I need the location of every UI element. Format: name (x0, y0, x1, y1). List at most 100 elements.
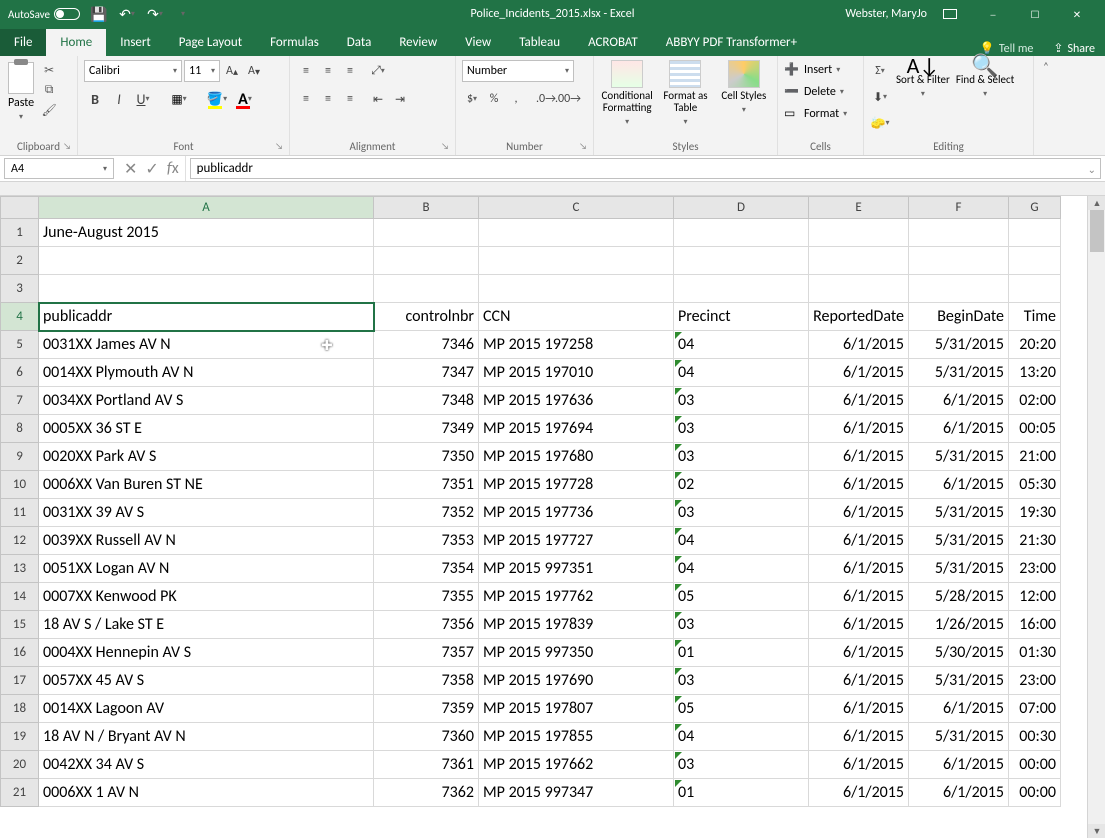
vertical-scrollbar[interactable]: ▲ ▼ (1087, 196, 1105, 838)
cell[interactable]: 7347 (374, 359, 479, 387)
align-right-icon[interactable]: ≡ (340, 88, 360, 110)
cell[interactable]: 00:05 (1009, 415, 1061, 443)
cell[interactable]: MP 2015 197680 (479, 443, 674, 471)
column-header[interactable]: B (374, 197, 479, 219)
cell[interactable]: 23:00 (1009, 555, 1061, 583)
cell[interactable]: MP 2015 197662 (479, 751, 674, 779)
delete-cells-button[interactable]: ➖Delete▾ (784, 82, 857, 102)
formula-input[interactable]: publicaddr⌄ (190, 158, 1101, 179)
cell[interactable]: 03 (674, 387, 809, 415)
row-header[interactable]: 17 (1, 667, 39, 695)
scroll-down-icon[interactable]: ▼ (1088, 824, 1105, 838)
cell[interactable] (909, 219, 1009, 247)
spreadsheet-grid[interactable]: ABCDEFG1June-August 2015234publicaddrcon… (0, 196, 1087, 838)
cell[interactable] (479, 219, 674, 247)
cell[interactable]: 03 (674, 667, 809, 695)
row-header[interactable]: 15 (1, 611, 39, 639)
align-center-icon[interactable]: ≡ (318, 88, 338, 110)
row-header[interactable]: 8 (1, 415, 39, 443)
cell[interactable]: 04 (674, 331, 809, 359)
cell[interactable]: 7352 (374, 499, 479, 527)
cell[interactable]: 05:30 (1009, 471, 1061, 499)
scroll-up-icon[interactable]: ▲ (1088, 196, 1105, 210)
cell[interactable]: 13:20 (1009, 359, 1061, 387)
cell[interactable]: 6/1/2015 (909, 415, 1009, 443)
comma-format-icon[interactable]: , (506, 88, 526, 110)
cell[interactable]: 16:00 (1009, 611, 1061, 639)
cell[interactable]: MP 2015 997347 (479, 779, 674, 807)
format-cells-button[interactable]: ▭Format▾ (784, 104, 857, 124)
cell[interactable]: 6/1/2015 (809, 387, 909, 415)
paste-button[interactable]: Paste ▾ (6, 60, 36, 124)
cell[interactable]: 7362 (374, 779, 479, 807)
cell[interactable] (674, 275, 809, 303)
cell[interactable]: 7349 (374, 415, 479, 443)
cell[interactable] (909, 275, 1009, 303)
cell[interactable] (674, 247, 809, 275)
bold-button[interactable]: B (84, 88, 106, 110)
cell[interactable]: 6/1/2015 (909, 471, 1009, 499)
cell[interactable]: 0014XX Plymouth AV N (39, 359, 374, 387)
column-header[interactable]: A (39, 197, 374, 219)
ribbon-display-icon[interactable] (943, 9, 957, 19)
cancel-formula-icon[interactable]: ✕ (124, 159, 137, 179)
autosum-icon[interactable]: Σ▾ (870, 60, 890, 82)
cell[interactable]: 6/1/2015 (809, 415, 909, 443)
font-size-select[interactable]: 11▾ (184, 60, 220, 82)
cell[interactable]: controlnbr (374, 303, 479, 331)
cell[interactable] (479, 247, 674, 275)
cell[interactable]: 20:20 (1009, 331, 1061, 359)
align-bottom-icon[interactable]: ≡ (340, 60, 360, 82)
row-header[interactable]: 18 (1, 695, 39, 723)
cell[interactable]: 04 (674, 359, 809, 387)
tab-review[interactable]: Review (385, 29, 451, 56)
percent-format-icon[interactable]: % (484, 88, 504, 110)
cell[interactable]: 0031XX James AV N✚ (39, 331, 374, 359)
accounting-format-icon[interactable]: $▾ (462, 88, 482, 110)
row-header[interactable]: 10 (1, 471, 39, 499)
cell[interactable]: 7351 (374, 471, 479, 499)
cell[interactable]: 12:00 (1009, 583, 1061, 611)
cell[interactable]: 5/31/2015 (909, 555, 1009, 583)
cell[interactable]: 0007XX Kenwood PK (39, 583, 374, 611)
cell[interactable]: MP 2015 997351 (479, 555, 674, 583)
sort-filter-button[interactable]: A↓ Sort & Filter▾ (896, 60, 950, 134)
font-name-select[interactable]: Calibri▾ (84, 60, 182, 82)
increase-indent-icon[interactable]: ⇥ (390, 88, 410, 110)
fx-icon[interactable]: fx (167, 159, 179, 178)
cell[interactable]: 6/1/2015 (909, 751, 1009, 779)
row-header[interactable]: 16 (1, 639, 39, 667)
row-header[interactable]: 6 (1, 359, 39, 387)
cell[interactable]: 0020XX Park AV S (39, 443, 374, 471)
row-header[interactable]: 4 (1, 303, 39, 331)
cut-icon[interactable]: ✂ (40, 62, 58, 78)
name-box[interactable]: A4▾ (4, 158, 114, 179)
cell[interactable]: 0031XX 39 AV S (39, 499, 374, 527)
cell-styles-button[interactable]: Cell Styles▾ (717, 60, 771, 128)
cell[interactable]: 18 AV N / Bryant AV N (39, 723, 374, 751)
cell[interactable]: 6/1/2015 (809, 751, 909, 779)
select-all-corner[interactable] (1, 197, 39, 219)
conditional-formatting-button[interactable]: Conditional Formatting▾ (600, 60, 654, 128)
row-header[interactable]: 11 (1, 499, 39, 527)
cell[interactable]: 0051XX Logan AV N (39, 555, 374, 583)
clipboard-launcher-icon[interactable]: ↘ (63, 141, 71, 152)
column-header[interactable]: D (674, 197, 809, 219)
cell[interactable]: 0005XX 36 ST E (39, 415, 374, 443)
find-select-button[interactable]: 🔍 Find & Select▾ (956, 60, 1014, 134)
cell[interactable]: 5/31/2015 (909, 527, 1009, 555)
cell[interactable]: MP 2015 197258 (479, 331, 674, 359)
cell[interactable]: 6/1/2015 (809, 555, 909, 583)
row-header[interactable]: 12 (1, 527, 39, 555)
cell[interactable]: 05 (674, 583, 809, 611)
row-header[interactable]: 1 (1, 219, 39, 247)
column-header[interactable]: E (809, 197, 909, 219)
cell[interactable]: 05 (674, 695, 809, 723)
row-header[interactable]: 3 (1, 275, 39, 303)
number-format-select[interactable]: Number▾ (462, 60, 574, 82)
cell[interactable]: 19:30 (1009, 499, 1061, 527)
font-launcher-icon[interactable]: ↘ (275, 141, 283, 152)
cell[interactable]: June-August 2015 (39, 219, 374, 247)
cell[interactable]: Precinct (674, 303, 809, 331)
tab-file[interactable]: File (0, 29, 46, 56)
